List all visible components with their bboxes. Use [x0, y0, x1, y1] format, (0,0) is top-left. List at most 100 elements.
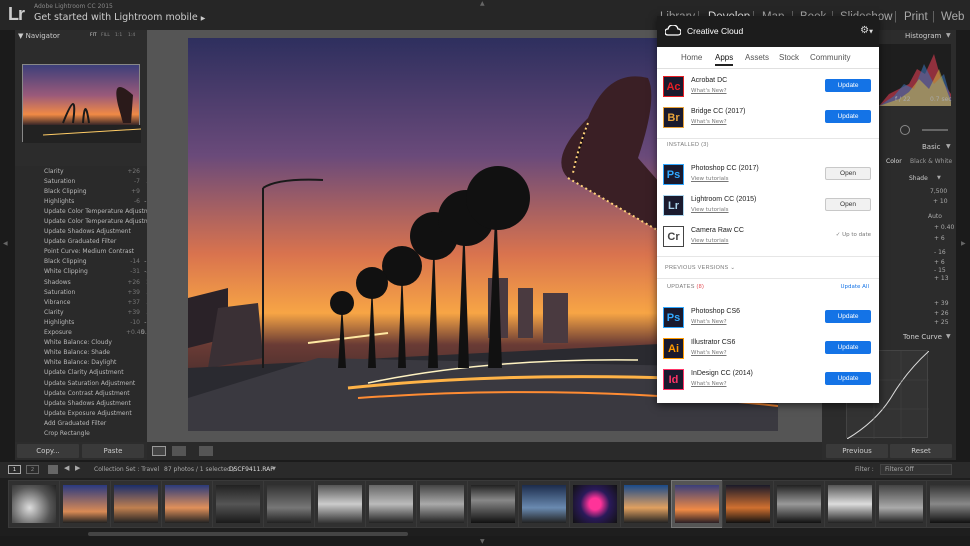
cc-tab-community[interactable]: Community — [810, 53, 850, 62]
tone-value[interactable]: - 15 — [934, 267, 946, 274]
cc-tab-assets[interactable]: Assets — [745, 53, 769, 62]
zoom-1-4[interactable]: 1:4 — [128, 33, 135, 38]
app-link[interactable]: What's New? — [691, 88, 727, 94]
open-button[interactable]: Open — [825, 167, 871, 180]
temp-value[interactable]: 7,500 — [930, 188, 947, 195]
tone-value[interactable]: + 0.40 — [934, 224, 954, 231]
basic-title[interactable]: Basic — [922, 143, 941, 151]
presence-value[interactable]: + 39 — [934, 300, 949, 307]
history-item[interactable]: Black Clipping+9-5 — [15, 186, 147, 196]
yy-icon[interactable] — [199, 446, 213, 456]
tone-value[interactable]: - 16 — [934, 249, 946, 256]
cc-tab-home[interactable]: Home — [681, 53, 702, 62]
page-1-button[interactable]: 1 — [8, 465, 21, 474]
history-item[interactable]: Update Exposure Adjustment — [15, 408, 147, 418]
tint-value[interactable]: + 10 — [933, 198, 948, 205]
history-item[interactable]: Crop Rectangle — [15, 428, 147, 438]
tool-slider[interactable] — [922, 129, 948, 131]
wb-dropdown-icon[interactable]: ▼ — [937, 175, 941, 181]
history-item[interactable]: Highlights-10-10 — [15, 317, 147, 327]
previous-button[interactable]: Previous — [826, 444, 888, 458]
previous-versions-toggle[interactable]: PREVIOUS VERSIONS ⌄ — [665, 265, 735, 271]
history-item[interactable]: Update Shadows Adjustment — [15, 398, 147, 408]
filename-dropdown-icon[interactable]: ▼ — [272, 466, 276, 472]
update-button[interactable]: Update — [825, 372, 871, 385]
filmstrip-thumbnail[interactable] — [263, 480, 315, 528]
histogram-collapse-icon[interactable]: ▼ — [946, 32, 951, 39]
app-link[interactable]: What's New? — [691, 119, 727, 125]
app-link[interactable]: What's New? — [691, 319, 727, 325]
collection-label[interactable]: Collection Set : Travel — [94, 466, 159, 473]
basic-collapse-icon[interactable]: ▼ — [946, 143, 951, 150]
tone-curve-title[interactable]: Tone Curve — [903, 333, 942, 341]
gear-icon[interactable]: ⚙▼ — [860, 25, 873, 36]
filmstrip-thumbnail[interactable] — [569, 480, 621, 528]
presence-value[interactable]: + 26 — [934, 310, 949, 317]
open-button[interactable]: Open — [825, 198, 871, 211]
history-item[interactable]: Point Curve: Medium Contrast — [15, 247, 147, 257]
filmstrip-thumbnail[interactable] — [161, 480, 213, 528]
history-item[interactable]: Update Clarity Adjustment — [15, 368, 147, 378]
filmstrip-thumbnail[interactable] — [416, 480, 468, 528]
history-item[interactable]: White Balance: Shade — [15, 348, 147, 358]
update-all-link[interactable]: Update All — [841, 284, 870, 290]
filmstrip-thumbnail[interactable] — [518, 480, 570, 528]
app-link[interactable]: What's New? — [691, 381, 727, 387]
cc-tab-stock[interactable]: Stock — [779, 53, 799, 62]
tone-value[interactable]: + 6 — [934, 235, 945, 242]
update-button[interactable]: Update — [825, 341, 871, 354]
filename-label[interactable]: DSCF9411.RAF — [229, 466, 274, 473]
filmstrip-thumbnail[interactable] — [8, 480, 60, 528]
app-link[interactable]: View tutorials — [691, 176, 729, 182]
filmstrip-thumbnail[interactable] — [212, 480, 264, 528]
zoom-fill[interactable]: FILL — [101, 33, 110, 38]
top-panel-toggle-icon[interactable]: ▲ — [480, 0, 485, 7]
filter-select[interactable]: Filters Off — [880, 464, 952, 475]
history-item[interactable]: Shadows+2626 — [15, 277, 147, 287]
circle-tool-icon[interactable] — [900, 125, 910, 135]
history-item[interactable]: Vibrance+3737 — [15, 297, 147, 307]
app-link[interactable]: View tutorials — [691, 238, 729, 244]
history-item[interactable]: Update Shadows Adjustment — [15, 227, 147, 237]
filmstrip-thumbnail[interactable] — [620, 480, 672, 528]
app-link[interactable]: What's New? — [691, 350, 727, 356]
filmstrip-thumbnail[interactable] — [365, 480, 417, 528]
app-link[interactable]: View tutorials — [691, 207, 729, 213]
grid-icon[interactable] — [48, 465, 58, 474]
tone-curve-collapse-icon[interactable]: ▼ — [946, 333, 951, 340]
back-arrow-icon[interactable]: ◀ — [64, 464, 69, 472]
history-item[interactable]: Update Saturation Adjustment — [15, 378, 147, 388]
history-item[interactable]: Highlights-6-16 — [15, 196, 147, 206]
right-panel-toggle-icon[interactable]: ▶ — [961, 240, 966, 247]
reset-button[interactable]: Reset — [890, 444, 952, 458]
color-mode-tab[interactable]: Color — [886, 158, 902, 165]
history-item[interactable]: Clarity+3939 — [15, 307, 147, 317]
wb-select[interactable]: Shade — [909, 175, 928, 182]
bw-mode-tab[interactable]: Black & White — [910, 158, 952, 165]
tone-value[interactable]: + 13 — [934, 275, 949, 282]
auto-button[interactable]: Auto — [928, 213, 942, 220]
history-item[interactable]: Clarity+2613 — [15, 166, 147, 176]
history-item[interactable]: Add Graduated Filter — [15, 418, 147, 428]
zoom-fit[interactable]: FIT — [90, 33, 97, 38]
tone-value[interactable]: + 6 — [934, 259, 945, 266]
history-item[interactable]: Update Color Temperature Adjustment — [15, 216, 147, 226]
module-web[interactable]: Web — [941, 11, 964, 23]
navigator-preview[interactable] — [22, 64, 142, 143]
before-after-icon[interactable] — [172, 446, 186, 456]
filmstrip-scrollbar[interactable] — [88, 532, 408, 536]
filmstrip-thumbnail[interactable] — [467, 480, 519, 528]
cc-tab-apps[interactable]: Apps — [715, 53, 734, 66]
update-button[interactable]: Update — [825, 110, 871, 123]
history-item[interactable]: Saturation-732 — [15, 176, 147, 186]
history-item[interactable]: Update Color Temperature Adjustment — [15, 206, 147, 216]
history-item[interactable]: Exposure+0.450.45 — [15, 328, 147, 338]
filmstrip-thumbnail[interactable] — [773, 480, 825, 528]
paste-button[interactable]: Paste — [82, 444, 144, 458]
histogram-title[interactable]: Histogram — [905, 32, 941, 40]
zoom-1-1[interactable]: 1:1 — [115, 33, 122, 38]
module-print[interactable]: Print — [904, 11, 928, 23]
filmstrip-thumbnail[interactable] — [875, 480, 927, 528]
filmstrip-thumbnail[interactable] — [926, 480, 970, 528]
filmstrip-thumbnail[interactable] — [722, 480, 774, 528]
